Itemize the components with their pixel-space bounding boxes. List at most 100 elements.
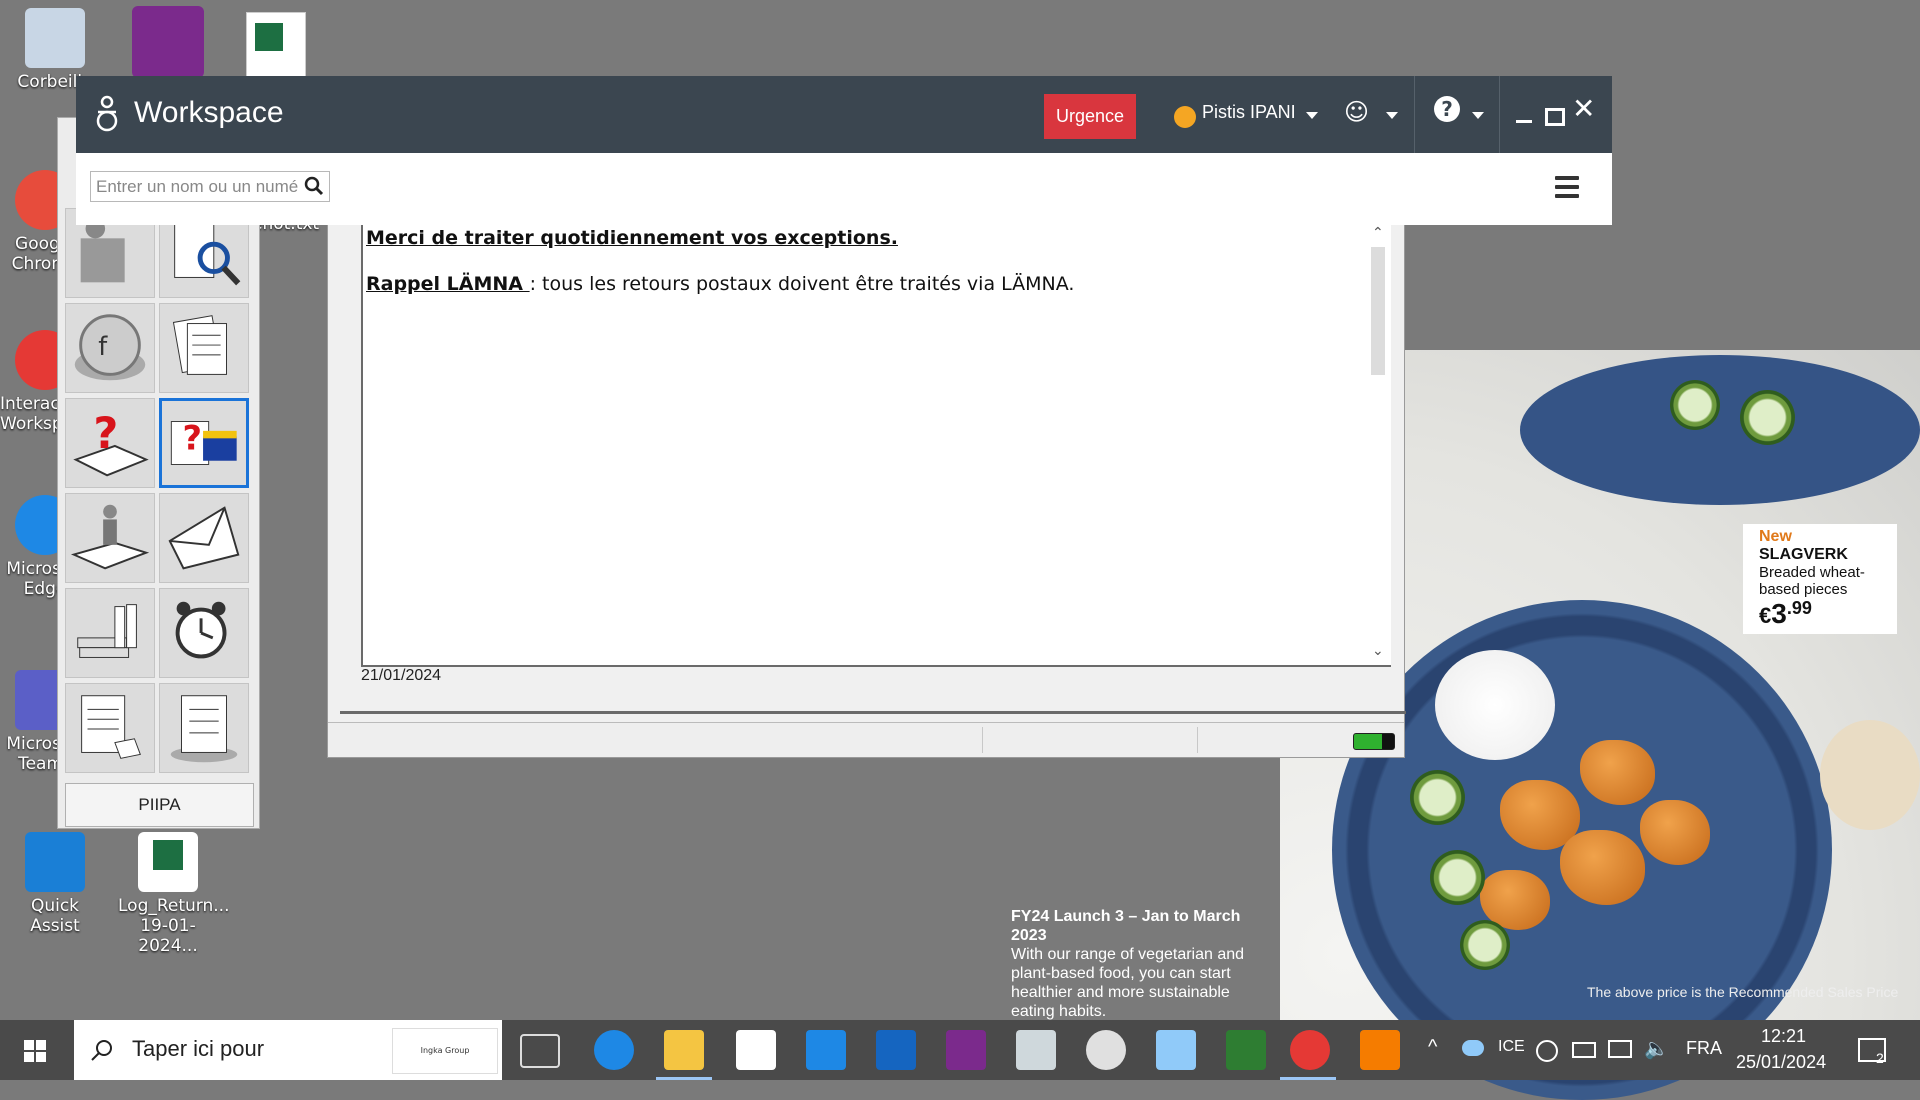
tool-envelope[interactable] — [159, 493, 249, 583]
scroll-thumb[interactable] — [1371, 247, 1385, 375]
blue-s-app-icon[interactable] — [876, 1030, 916, 1070]
ice-icon[interactable]: ICE — [1498, 1038, 1525, 1056]
rrp-note: The above price is the Recommended Sales… — [1587, 984, 1899, 1000]
presence-icon[interactable]: ☺ — [1344, 98, 1369, 126]
minimize-icon[interactable] — [1516, 120, 1532, 123]
message-line-2: Rappel LÄMNA : tous les retours postaux … — [366, 273, 1074, 295]
message-line-1: Merci de traiter quotidiennement vos exc… — [366, 227, 898, 249]
svg-text:?: ? — [183, 419, 202, 458]
network-icon[interactable] — [1608, 1040, 1632, 1058]
task-view-icon[interactable] — [520, 1034, 560, 1068]
search-input[interactable] — [90, 171, 330, 202]
status-clock-icon[interactable] — [1174, 106, 1196, 128]
taskbar: Taper ici pour Ingka Group ^ ICE 🔈 FRA 1… — [0, 1020, 1920, 1080]
notification-count: 2 — [1876, 1050, 1884, 1066]
wallpaper-plate-top — [1520, 355, 1920, 505]
svg-text:?: ? — [93, 409, 118, 459]
mail-icon[interactable] — [806, 1030, 846, 1070]
media-player-icon[interactable] — [1226, 1030, 1266, 1070]
excel-file-icon — [138, 832, 198, 892]
tool-alarm-clock[interactable] — [159, 588, 249, 678]
onedrive-icon[interactable] — [1462, 1040, 1484, 1056]
message-box: Merci de traiter quotidiennement vos exc… — [361, 225, 1391, 667]
search-logo: Ingka Group — [392, 1028, 498, 1074]
message-scrollbar[interactable]: ⌃ ⌄ — [1367, 225, 1389, 665]
scroll-down-icon[interactable]: ⌄ — [1372, 643, 1384, 659]
launch-title: FY24 Launch 3 – Jan to March 2023 — [1011, 908, 1241, 944]
urgence-button[interactable]: Urgence — [1044, 94, 1136, 139]
taskbar-search-text: Taper ici pour — [132, 1036, 265, 1061]
recycle-bin-icon — [25, 8, 85, 68]
promo-currency: € — [1759, 603, 1772, 628]
sams-app-icon[interactable] — [1360, 1030, 1400, 1070]
maximize-icon[interactable] — [1545, 108, 1565, 126]
search-icon[interactable] — [304, 176, 324, 196]
help-icon[interactable]: ? — [1434, 96, 1460, 122]
tool-documents[interactable] — [159, 303, 249, 393]
promo-price: €3.99 — [1759, 598, 1897, 630]
interaction-workspace-icon[interactable] — [1290, 1030, 1330, 1070]
desktop-icon-quick-assist[interactable]: Quick Assist — [10, 832, 100, 936]
battery-icon[interactable] — [1572, 1042, 1596, 1058]
clock-app-icon[interactable] — [1086, 1030, 1126, 1070]
launch-body: With our range of vegetarian and plant-b… — [1011, 946, 1245, 1020]
promo-new: New — [1759, 528, 1792, 545]
user-name[interactable]: Pistis IPANI — [1202, 102, 1296, 123]
tool-form[interactable] — [159, 683, 249, 773]
chevron-down-icon[interactable] — [1472, 112, 1484, 119]
wallpaper-food — [1410, 770, 1465, 825]
menu-icon[interactable] — [1555, 176, 1579, 203]
clock-time[interactable]: 12:21 — [1761, 1026, 1806, 1047]
person-step-icon — [70, 504, 150, 570]
notepad-icon[interactable] — [1156, 1030, 1196, 1070]
wallpaper-food — [1460, 920, 1510, 970]
desktop-icon-label: Quick Assist — [30, 896, 80, 936]
chart-app-icon[interactable] — [1016, 1030, 1056, 1070]
tool-stamp[interactable]: f — [65, 303, 155, 393]
tool-document-hand[interactable] — [65, 683, 155, 773]
promo-price-cents: .99 — [1786, 598, 1812, 618]
wallpaper-food — [1430, 850, 1485, 905]
alarm-clock-icon — [175, 601, 227, 659]
chevron-down-icon[interactable] — [1386, 112, 1398, 119]
divider — [340, 711, 1406, 714]
status-bar — [328, 722, 1404, 757]
quick-assist-icon — [25, 832, 85, 892]
svg-text:f: f — [98, 331, 108, 361]
sync-icon[interactable] — [1536, 1040, 1558, 1062]
battery-icon — [1353, 733, 1395, 750]
tool-help-request[interactable]: ? — [65, 398, 155, 488]
message-window: Merci de traiter quotidiennement vos exc… — [327, 224, 1406, 758]
promo-name: SLAGVERK — [1759, 546, 1848, 563]
purple-app-icon[interactable] — [946, 1030, 986, 1070]
tool-question-office[interactable]: ? — [159, 398, 249, 488]
tool-person-step[interactable] — [65, 493, 155, 583]
message-line-2-text: : tous les retours postaux doivent être … — [529, 273, 1075, 295]
windows-start-icon[interactable] — [24, 1040, 46, 1062]
excel-file-icon[interactable] — [246, 12, 306, 78]
purple-app-icon[interactable] — [132, 6, 204, 78]
scroll-up-icon[interactable]: ⌃ — [1372, 225, 1384, 241]
taskbar-search[interactable]: Taper ici pour Ingka Group — [74, 1020, 502, 1080]
close-icon[interactable]: ✕ — [1572, 92, 1595, 125]
tool-books[interactable] — [65, 588, 155, 678]
chevron-up-icon[interactable]: ^ — [1428, 1036, 1437, 1059]
workspace-titlebar: Workspace Urgence Pistis IPANI ☺ ? ✕ — [76, 76, 1612, 153]
volume-icon[interactable]: 🔈 — [1644, 1036, 1669, 1061]
message-line-2-label: Rappel LÄMNA — [366, 273, 530, 295]
launch-text: FY24 Launch 3 – Jan to March 2023 With o… — [1011, 907, 1271, 1021]
edge-icon[interactable] — [594, 1030, 634, 1070]
document-hand-icon — [81, 695, 141, 759]
promo-card: New SLAGVERK Breaded wheat-based pieces … — [1743, 524, 1897, 634]
documents-icon — [172, 315, 227, 375]
file-explorer-icon[interactable] — [664, 1030, 704, 1070]
clock-date[interactable]: 25/01/2024 — [1736, 1052, 1826, 1073]
desktop-icon-log-return[interactable]: Log_Return... 19-01-2024... — [118, 832, 230, 956]
language-indicator[interactable]: FRA — [1686, 1038, 1722, 1059]
store-icon[interactable] — [736, 1030, 776, 1070]
wallpaper-rice — [1435, 650, 1555, 760]
divider — [1197, 727, 1198, 753]
desktop-icon-label: Log_Return... 19-01-2024... — [118, 896, 230, 956]
chevron-down-icon[interactable] — [1306, 112, 1318, 119]
piipa-button[interactable]: PIIPA — [65, 783, 254, 827]
